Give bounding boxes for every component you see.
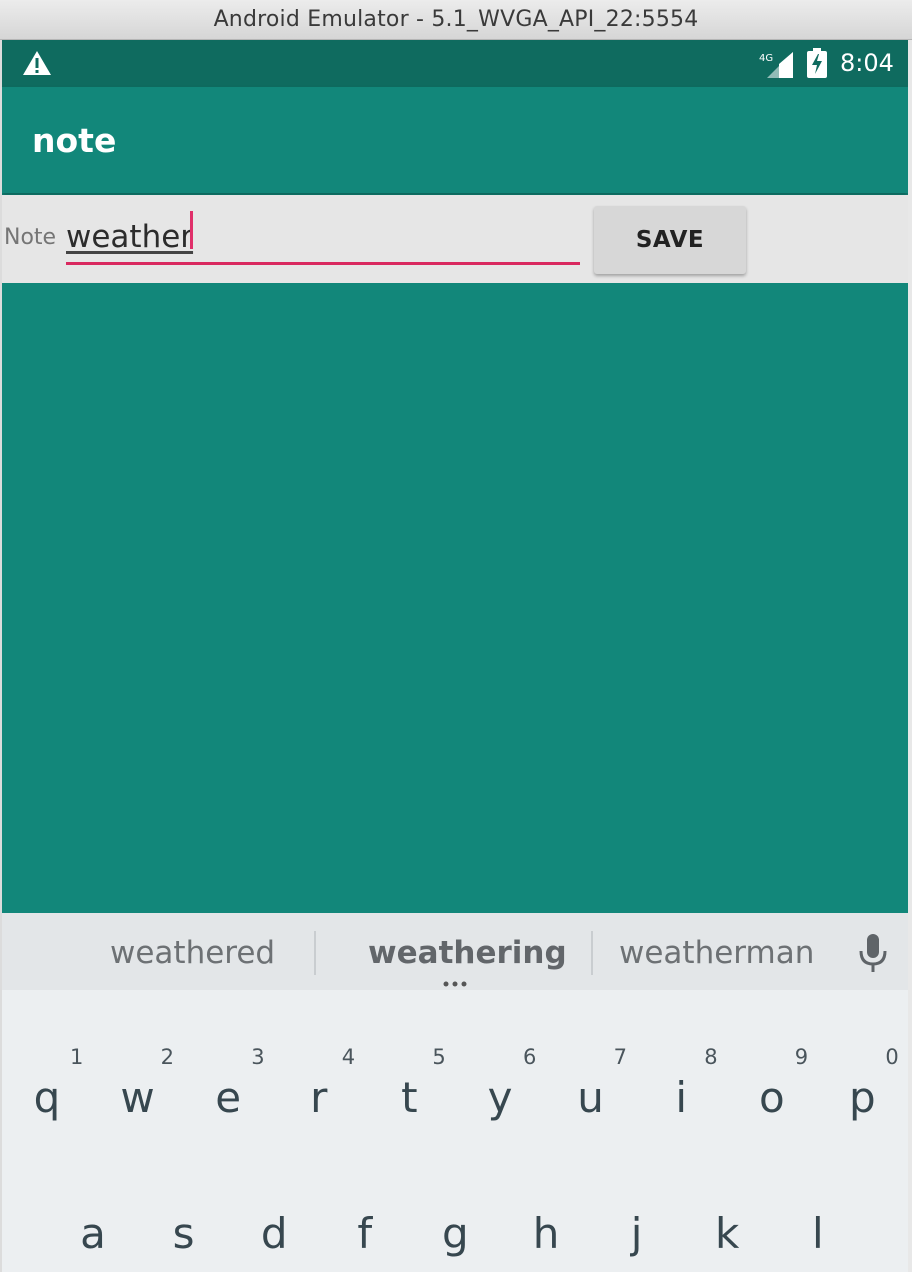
key-label: y (487, 1073, 513, 1122)
emulator-window: Android Emulator - 5.1_WVGA_API_22:5554 … (0, 0, 912, 1272)
key-u[interactable]: 7u (551, 1033, 631, 1143)
key-hint: 3 (251, 1045, 265, 1069)
note-input-row: Note weather SAVE (2, 195, 908, 283)
key-a[interactable]: a (53, 1163, 133, 1272)
key-label: k (715, 1209, 740, 1258)
key-label: l (811, 1209, 824, 1258)
key-hint: 7 (613, 1045, 627, 1069)
note-label: Note (4, 225, 57, 250)
key-label: p (849, 1073, 876, 1122)
app-title: note (32, 121, 117, 160)
suggestion-divider (314, 931, 316, 975)
key-label: j (630, 1209, 643, 1258)
battery-charging-icon (807, 48, 827, 78)
suggestion-weathered[interactable]: weathered (110, 935, 275, 971)
key-p[interactable]: 0p (822, 1033, 902, 1143)
key-hint: 5 (432, 1045, 446, 1069)
note-input-text[interactable]: weather (66, 219, 193, 255)
key-q[interactable]: 1q (7, 1033, 87, 1143)
key-h[interactable]: h (506, 1163, 586, 1272)
key-label: f (357, 1209, 373, 1258)
key-label: r (310, 1073, 328, 1122)
key-y[interactable]: 6y (460, 1033, 540, 1143)
key-e[interactable]: 3e (188, 1033, 268, 1143)
key-hint: 9 (794, 1045, 809, 1069)
key-label: s (172, 1209, 195, 1258)
note-input-underline (66, 262, 580, 265)
key-label: u (577, 1073, 604, 1122)
key-k[interactable]: k (687, 1163, 767, 1272)
note-input[interactable]: weather (66, 211, 580, 269)
key-label: q (33, 1073, 61, 1122)
app-bar: note (2, 87, 908, 193)
key-label: h (532, 1209, 560, 1258)
save-button[interactable]: SAVE (594, 206, 746, 274)
key-hint: 4 (341, 1045, 356, 1069)
signal-icon: 4G (759, 52, 793, 78)
key-hint: 1 (70, 1045, 84, 1069)
window-titlebar: Android Emulator - 5.1_WVGA_API_22:5554 (0, 0, 912, 40)
status-bar: 4G 8:04 (2, 40, 908, 87)
key-hint: 0 (885, 1045, 899, 1069)
key-s[interactable]: s (144, 1163, 224, 1272)
soft-keyboard: weathered weathering weatherman 1q2w3e4r… (2, 913, 908, 1272)
suggestion-divider (591, 931, 593, 975)
key-l[interactable]: l (778, 1163, 858, 1272)
suggestion-weathering[interactable]: weathering (368, 935, 567, 971)
key-label: a (80, 1209, 106, 1258)
window-edge (908, 40, 912, 1272)
key-o[interactable]: 9o (732, 1033, 812, 1143)
key-j[interactable]: j (597, 1163, 677, 1272)
key-i[interactable]: 8i (641, 1033, 721, 1143)
key-d[interactable]: d (234, 1163, 314, 1272)
key-f[interactable]: f (325, 1163, 405, 1272)
key-r[interactable]: 4r (279, 1033, 359, 1143)
key-label: w (120, 1073, 155, 1122)
key-hint: 8 (704, 1045, 718, 1069)
key-label: i (675, 1073, 688, 1122)
status-time: 8:04 (840, 49, 894, 77)
key-w[interactable]: 2w (98, 1033, 178, 1143)
text-cursor (190, 211, 193, 249)
device-screen: 4G 8:04 note Note weather SAVE weathered (2, 40, 908, 1272)
key-hint: 2 (160, 1045, 174, 1069)
note-input-value[interactable]: weather (66, 219, 193, 255)
key-label: t (401, 1073, 418, 1122)
key-label: d (260, 1209, 288, 1258)
microphone-icon[interactable] (858, 933, 888, 973)
suggestion-weatherman[interactable]: weatherman (619, 935, 814, 971)
key-label: g (442, 1209, 469, 1258)
more-suggestions-icon[interactable] (442, 981, 468, 987)
warning-icon (23, 51, 51, 75)
key-label: e (215, 1073, 242, 1122)
key-label: o (758, 1073, 785, 1122)
key-t[interactable]: 5t (369, 1033, 449, 1143)
suggestion-strip: weathered weathering weatherman (2, 913, 908, 990)
key-hint: 6 (523, 1045, 537, 1069)
key-g[interactable]: g (415, 1163, 495, 1272)
window-title: Android Emulator - 5.1_WVGA_API_22:5554 (213, 7, 699, 32)
network-label: 4G (759, 53, 773, 64)
